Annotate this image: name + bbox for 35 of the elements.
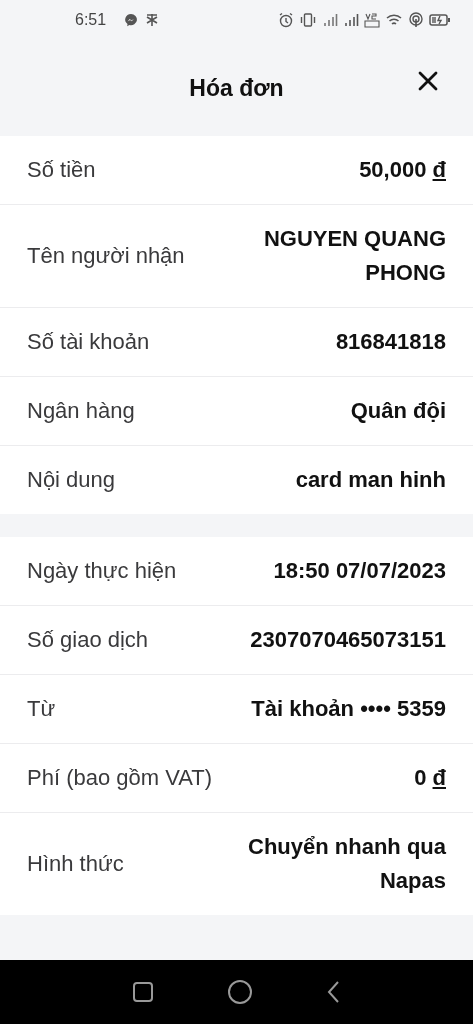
- battery-icon: [429, 12, 451, 28]
- row-value: 50,000 đ: [359, 156, 446, 184]
- row-value: 816841818: [335, 328, 446, 356]
- row-label: Phí (bao gồm VAT): [27, 764, 213, 792]
- row-label: Ngày thực hiện: [27, 557, 177, 585]
- vibrate-icon: [299, 12, 317, 28]
- signal-icon: [343, 12, 359, 28]
- row-label: Số tài khoản: [27, 328, 150, 356]
- status-time: 6:51: [75, 11, 107, 29]
- row-label: Từ: [27, 695, 56, 723]
- signal-icon: [322, 12, 338, 28]
- back-icon[interactable]: [325, 980, 342, 1004]
- row-value: NGUYEN QUANG PHONG: [262, 225, 446, 287]
- row-value: 2307070465073151: [250, 626, 446, 654]
- wifi-icon: [385, 12, 403, 28]
- volte-icon: [364, 12, 380, 28]
- row-value: 18:50 07/07/2023: [273, 557, 446, 585]
- row-label: Ngân hàng: [27, 397, 135, 425]
- row-label: Hình thức: [27, 850, 124, 878]
- messenger-icon: [123, 12, 140, 28]
- row-value: Quân đội: [350, 397, 446, 425]
- row-label: Số tiền: [27, 156, 96, 184]
- row-value: Chuyển nhanh qua Napas: [247, 833, 446, 895]
- row-value: 0 đ: [414, 764, 446, 792]
- row-label: Số giao dịch: [27, 626, 149, 654]
- alarm-icon: [278, 12, 294, 28]
- row-label: Tên người nhận: [27, 242, 185, 270]
- header-title: Hóa đơn: [189, 74, 284, 102]
- recents-icon[interactable]: [131, 981, 154, 1003]
- row-label: Nội dung: [27, 466, 116, 494]
- row-value: card man hinh: [295, 466, 446, 494]
- row-value: Tài khoản •••• 5359: [251, 695, 446, 723]
- hotspot-icon: [408, 12, 424, 28]
- close-icon: [417, 70, 439, 92]
- home-icon[interactable]: [226, 979, 253, 1005]
